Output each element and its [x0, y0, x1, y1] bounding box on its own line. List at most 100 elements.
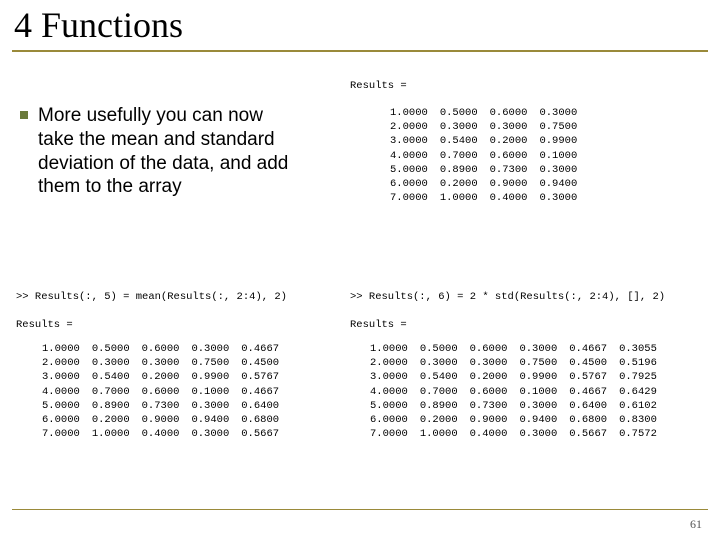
table-row: 3.00000.54000.20000.99000.57670.7925 [370, 370, 669, 384]
table-cell: 0.4000 [490, 191, 540, 205]
table-cell: 0.9400 [191, 413, 241, 427]
table-cell: 0.5196 [619, 356, 669, 370]
table-cell: 6.0000 [42, 413, 92, 427]
table-cell: 0.2000 [440, 177, 490, 191]
table-cell: 0.8900 [440, 163, 490, 177]
table-cell: 1.0000 [440, 191, 490, 205]
table-cell: 0.6800 [241, 413, 291, 427]
table-cell: 0.7000 [440, 149, 490, 163]
table-cell: 0.2000 [142, 370, 192, 384]
table-cell: 0.3000 [440, 120, 490, 134]
title-underline [12, 50, 708, 52]
page-number: 61 [690, 517, 702, 532]
table-row: 6.00000.20000.90000.9400 [390, 177, 589, 191]
table-cell: 0.7300 [142, 399, 192, 413]
table-cell: 0.6000 [470, 342, 520, 356]
slide-title: 4 Functions [14, 4, 183, 46]
table-cell: 0.3000 [191, 427, 241, 441]
results-table-mean: 1.00000.50000.60000.30000.46672.00000.30… [42, 342, 291, 441]
table-cell: 0.6800 [569, 413, 619, 427]
table-cell: 0.5767 [569, 370, 619, 384]
table-cell: 0.5400 [440, 134, 490, 148]
table-row: 5.00000.89000.73000.30000.6400 [42, 399, 291, 413]
table-cell: 2.0000 [370, 356, 420, 370]
table-cell: 0.1000 [191, 385, 241, 399]
command-std: >> Results(:, 6) = 2 * std(Results(:, 2:… [350, 290, 665, 333]
table-cell: 2.0000 [42, 356, 92, 370]
table-cell: 0.4667 [569, 385, 619, 399]
table-cell: 3.0000 [370, 370, 420, 384]
table-cell: 7.0000 [370, 427, 420, 441]
table-cell: 0.5400 [92, 370, 142, 384]
table-cell: 0.2000 [470, 370, 520, 384]
bullet-text: More usefully you can now take the mean … [38, 105, 288, 197]
table-cell: 0.4667 [241, 342, 291, 356]
table-cell: 0.3000 [470, 356, 520, 370]
table-cell: 0.8900 [420, 399, 470, 413]
table-cell: 0.6000 [490, 106, 540, 120]
table-cell: 0.6429 [619, 385, 669, 399]
table-cell: 0.8900 [92, 399, 142, 413]
table-cell: 0.5000 [92, 342, 142, 356]
results-header-top: Results = [350, 79, 407, 93]
table-cell: 0.9000 [142, 413, 192, 427]
table-row: 5.00000.89000.73000.30000.64000.6102 [370, 399, 669, 413]
table-row: 6.00000.20000.90000.94000.68000.8300 [370, 413, 669, 427]
table-cell: 0.2000 [92, 413, 142, 427]
table-row: 4.00000.70000.60000.1000 [390, 149, 589, 163]
table-cell: 5.0000 [390, 163, 440, 177]
slide: 4 Functions More usefully you can now ta… [0, 0, 720, 540]
command-mean: >> Results(:, 5) = mean(Results(:, 2:4),… [16, 290, 287, 333]
table-cell: 0.9400 [539, 177, 589, 191]
table-cell: 1.0000 [42, 342, 92, 356]
table-row: 5.00000.89000.73000.3000 [390, 163, 589, 177]
table-cell: 3.0000 [390, 134, 440, 148]
table-row: 2.00000.30000.30000.75000.45000.5196 [370, 356, 669, 370]
table-cell: 0.7500 [191, 356, 241, 370]
table-cell: 0.7572 [619, 427, 669, 441]
table-cell: 0.3000 [490, 120, 540, 134]
table-cell: 6.0000 [370, 413, 420, 427]
table-cell: 0.6400 [241, 399, 291, 413]
footer-rule [12, 509, 708, 510]
table-cell: 0.3000 [191, 399, 241, 413]
table-row: 3.00000.54000.20000.99000.5767 [42, 370, 291, 384]
table-cell: 0.4000 [470, 427, 520, 441]
table-cell: 2.0000 [390, 120, 440, 134]
table-cell: 0.3000 [539, 191, 589, 205]
table-cell: 0.4500 [241, 356, 291, 370]
table-cell: 0.3000 [519, 342, 569, 356]
table-cell: 0.2000 [420, 413, 470, 427]
table-cell: 0.3055 [619, 342, 669, 356]
table-row: 6.00000.20000.90000.94000.6800 [42, 413, 291, 427]
table-cell: 7.0000 [390, 191, 440, 205]
table-cell: 7.0000 [42, 427, 92, 441]
table-cell: 0.1000 [539, 149, 589, 163]
table-cell: 0.9000 [490, 177, 540, 191]
table-cell: 0.7300 [490, 163, 540, 177]
table-cell: 0.3000 [142, 356, 192, 370]
table-cell: 4.0000 [370, 385, 420, 399]
table-cell: 0.6000 [490, 149, 540, 163]
table-cell: 0.3000 [92, 356, 142, 370]
table-row: 4.00000.70000.60000.10000.4667 [42, 385, 291, 399]
table-row: 1.00000.50000.60000.30000.4667 [42, 342, 291, 356]
table-cell: 0.3000 [539, 106, 589, 120]
table-cell: 0.6400 [569, 399, 619, 413]
table-cell: 0.4667 [569, 342, 619, 356]
table-cell: 0.7925 [619, 370, 669, 384]
table-cell: 6.0000 [390, 177, 440, 191]
table-cell: 0.6000 [142, 342, 192, 356]
table-cell: 3.0000 [42, 370, 92, 384]
table-cell: 0.6000 [142, 385, 192, 399]
table-cell: 1.0000 [390, 106, 440, 120]
table-cell: 0.7000 [420, 385, 470, 399]
results-table-std: 1.00000.50000.60000.30000.46670.30552.00… [370, 342, 669, 441]
table-cell: 0.7500 [539, 120, 589, 134]
table-cell: 1.0000 [370, 342, 420, 356]
table-cell: 1.0000 [92, 427, 142, 441]
table-cell: 0.3000 [539, 163, 589, 177]
table-cell: 0.5400 [420, 370, 470, 384]
table-row: 2.00000.30000.30000.75000.4500 [42, 356, 291, 370]
table-cell: 0.9900 [191, 370, 241, 384]
